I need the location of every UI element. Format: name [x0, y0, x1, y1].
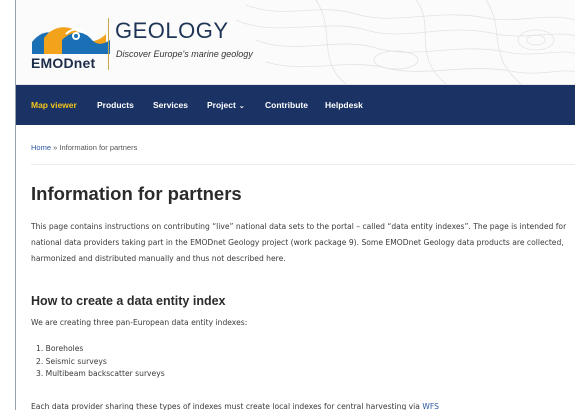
nav-item-products[interactable]: Products — [97, 85, 134, 125]
section-title: How to create a data entity index — [31, 294, 226, 308]
nav-item-project-label: Project — [207, 100, 236, 110]
intro-paragraph: This page contains instructions on contr… — [31, 222, 567, 263]
site-subtitle: Discover Europe's marine geology — [116, 49, 253, 59]
bottom-text: Each data provider sharing these types o… — [31, 402, 420, 410]
list-item: 2. Seismic surveys — [36, 356, 107, 366]
nav-item-services[interactable]: Services — [153, 85, 188, 125]
breadcrumb-separator: » — [53, 143, 58, 152]
bottom-paragraph: Each data provider sharing these types o… — [31, 402, 439, 410]
page-title: Information for partners — [31, 183, 242, 204]
breadcrumb-home-link[interactable]: Home — [31, 143, 51, 152]
index-list: 1. Boreholes 2. Seismic surveys 3. Multi… — [36, 343, 165, 381]
site-title[interactable]: GEOLOGY — [115, 18, 229, 44]
nav-item-map-viewer[interactable]: Map viewer — [31, 85, 77, 125]
chevron-down-icon: ⌄ — [238, 103, 245, 110]
list-item: 3. Multibeam backscatter surveys — [36, 369, 165, 378]
logo-wave-icon — [32, 27, 110, 54]
breadcrumb-current: Information for partners — [59, 143, 138, 152]
site-header: EMODnet GEOLOGY Discover Europe's marine… — [16, 0, 575, 85]
breadcrumb: Home » Information for partners — [31, 143, 137, 152]
page-frame: EMODnet GEOLOGY Discover Europe's marine… — [15, 0, 575, 410]
section-intro: We are creating three pan-European data … — [31, 318, 248, 327]
wfs-link[interactable]: WFS — [422, 402, 439, 410]
nav-item-contribute[interactable]: Contribute — [265, 85, 308, 125]
nav-item-project[interactable]: Project ⌄ — [207, 85, 245, 125]
logo-text: EMODnet — [31, 55, 96, 71]
emodnet-logo[interactable]: EMODnet — [30, 14, 110, 78]
nav-item-helpdesk[interactable]: Helpdesk — [325, 85, 363, 125]
divider — [31, 164, 575, 165]
list-item: 1. Boreholes — [36, 344, 84, 353]
logo-divider — [108, 18, 109, 70]
main-navigation: Map viewer Products Services Project ⌄ Co… — [16, 85, 575, 125]
